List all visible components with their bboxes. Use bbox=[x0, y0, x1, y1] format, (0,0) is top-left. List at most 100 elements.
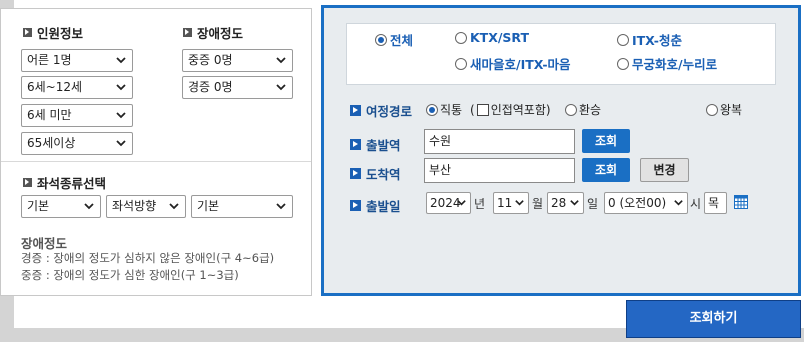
trip-transfer-radio[interactable]: 환승 bbox=[565, 101, 601, 118]
train-type-ktx[interactable]: KTX/SRT bbox=[455, 30, 529, 45]
section-divider bbox=[1, 161, 311, 162]
departure-search-button[interactable]: 조회 bbox=[582, 129, 630, 153]
severe-select-value: 중증 0명 bbox=[188, 53, 233, 67]
year-unit: 년 bbox=[474, 197, 486, 211]
arrow-bullet-icon bbox=[350, 105, 361, 116]
passenger-panel: 인원정보 장애정도 어른 1명 6세~12세 6세 미만 65세이상 중증 0명… bbox=[0, 8, 312, 296]
radio-icon bbox=[617, 33, 629, 46]
trip-direct-label: 직통 bbox=[440, 103, 463, 117]
year-select[interactable]: 2024 bbox=[426, 192, 471, 214]
chevron-down-icon bbox=[457, 200, 466, 206]
arrow-bullet-icon bbox=[350, 200, 361, 211]
trip-transfer-label: 환승 bbox=[579, 103, 602, 117]
arrival-station-input[interactable]: 부산 bbox=[424, 158, 575, 183]
child-select-value: 6세~12세 bbox=[27, 80, 83, 94]
train-type-itx-cheongchun[interactable]: ITX-청춘 bbox=[617, 30, 682, 49]
day-select[interactable]: 28 bbox=[547, 192, 584, 214]
checkbox-icon bbox=[476, 103, 489, 116]
chevron-down-icon bbox=[84, 203, 94, 210]
chevron-down-icon bbox=[116, 84, 126, 91]
seat-extra-select[interactable]: 기본 bbox=[191, 195, 293, 218]
arrival-label: 도착역 bbox=[350, 164, 401, 183]
chevron-down-icon bbox=[169, 203, 179, 210]
infant-select-value: 6세 미만 bbox=[27, 108, 72, 122]
adult-select-value: 어른 1명 bbox=[27, 53, 72, 67]
senior-select[interactable]: 65세이상 bbox=[21, 132, 133, 155]
chevron-down-icon bbox=[276, 203, 286, 210]
radio-icon bbox=[455, 57, 467, 70]
trip-roundtrip-radio[interactable]: 왕복 bbox=[706, 101, 742, 118]
arrow-bullet-icon bbox=[183, 28, 192, 37]
disability-note-severe: 중증 : 장애의 정도가 심한 장애인(구 1~3급) bbox=[21, 268, 239, 282]
train-type-mugunghwa[interactable]: 무궁화호/누리로 bbox=[617, 54, 717, 73]
month-select[interactable]: 11 bbox=[493, 192, 529, 214]
hour-unit: 시 bbox=[690, 197, 702, 211]
passenger-title-text: 인원정보 bbox=[37, 26, 84, 41]
seat-direction-value: 좌석방향 bbox=[112, 199, 157, 213]
child-select[interactable]: 6세~12세 bbox=[21, 76, 133, 99]
arrow-bullet-icon bbox=[350, 139, 361, 150]
train-type-box: 전체 KTX/SRT ITX-청춘 새마을호/ITX-마음 무궁화호/누리로 bbox=[346, 23, 776, 85]
severe-disability-select[interactable]: 중증 0명 bbox=[182, 49, 293, 72]
chevron-down-icon bbox=[116, 57, 126, 64]
trip-nearby-paren: ( bbox=[470, 102, 475, 117]
arrow-bullet-icon bbox=[23, 28, 32, 37]
day-unit: 일 bbox=[587, 197, 599, 211]
calendar-icon[interactable] bbox=[734, 195, 748, 209]
weekday-display: 목 bbox=[704, 192, 727, 214]
departure-date-label-text: 출발일 bbox=[366, 199, 401, 214]
arrow-bullet-icon bbox=[350, 168, 361, 179]
month-value: 11 bbox=[497, 196, 513, 210]
passenger-section-title: 인원정보 bbox=[23, 23, 83, 42]
chevron-down-icon bbox=[276, 57, 286, 64]
seat-section-title: 좌석종류선택 bbox=[23, 173, 106, 192]
train-type-saemaeul-label: 새마을호/ITX-마음 bbox=[470, 57, 571, 72]
train-type-ktx-label: KTX/SRT bbox=[470, 30, 530, 45]
search-trains-button[interactable]: 조회하기 bbox=[626, 300, 801, 338]
mild-disability-select[interactable]: 경증 0명 bbox=[182, 76, 293, 99]
chevron-down-icon bbox=[570, 200, 579, 206]
train-type-mugunghwa-label: 무궁화호/누리로 bbox=[632, 57, 718, 72]
booking-form: 인원정보 장애정도 어른 1명 6세~12세 6세 미만 65세이상 중증 0명… bbox=[0, 0, 804, 342]
chevron-down-icon bbox=[515, 200, 524, 206]
seat-title-text: 좌석종류선택 bbox=[37, 176, 107, 191]
seat-type-select[interactable]: 기본 bbox=[21, 195, 101, 218]
radio-selected-icon bbox=[375, 33, 387, 46]
train-type-saemaeul[interactable]: 새마을호/ITX-마음 bbox=[455, 54, 571, 73]
disability-note-mild: 경증 : 장애의 정도가 심하지 않은 장애인(구 4~6급) bbox=[21, 251, 275, 265]
departure-label: 출발역 bbox=[350, 135, 401, 154]
hour-value: 0 (오전00) bbox=[608, 196, 667, 210]
day-value: 28 bbox=[551, 196, 567, 210]
chevron-down-icon bbox=[674, 200, 683, 206]
swap-stations-button[interactable]: 변경 bbox=[640, 158, 689, 182]
train-type-itx-cheongchun-label: ITX-청춘 bbox=[632, 33, 682, 48]
trip-direct-radio[interactable]: 직통 bbox=[426, 101, 462, 118]
hour-select[interactable]: 0 (오전00) bbox=[604, 192, 688, 214]
departure-date-label: 출발일 bbox=[350, 196, 401, 215]
radio-selected-icon bbox=[426, 103, 438, 116]
departure-label-text: 출발역 bbox=[366, 138, 401, 153]
seat-direction-select[interactable]: 좌석방향 bbox=[106, 195, 186, 218]
train-type-all-label: 전체 bbox=[390, 33, 414, 48]
month-unit: 월 bbox=[532, 197, 544, 211]
trip-route-label-text: 여정경로 bbox=[366, 104, 413, 119]
trip-nearby-label: 인접역포함) bbox=[490, 103, 551, 117]
journey-panel: 전체 KTX/SRT ITX-청춘 새마을호/ITX-마음 무궁화호/누리로 여 bbox=[321, 5, 801, 296]
train-type-all[interactable]: 전체 bbox=[375, 30, 413, 49]
senior-select-value: 65세이상 bbox=[27, 136, 76, 150]
arrival-search-button[interactable]: 조회 bbox=[582, 158, 630, 182]
trip-roundtrip-label: 왕복 bbox=[720, 103, 743, 117]
mild-select-value: 경증 0명 bbox=[188, 80, 233, 94]
radio-icon bbox=[706, 103, 718, 116]
radio-icon bbox=[565, 103, 577, 116]
departure-station-input[interactable]: 수원 bbox=[424, 129, 575, 154]
disability-title-text: 장애정도 bbox=[197, 26, 244, 41]
trip-nearby-checkbox[interactable]: ( 인접역포함) bbox=[470, 101, 551, 118]
adult-select[interactable]: 어른 1명 bbox=[21, 49, 133, 72]
seat-type-value: 기본 bbox=[27, 199, 50, 213]
infant-select[interactable]: 6세 미만 bbox=[21, 104, 133, 127]
chevron-down-icon bbox=[116, 112, 126, 119]
disability-section-title: 장애정도 bbox=[183, 23, 243, 42]
chevron-down-icon bbox=[276, 84, 286, 91]
radio-icon bbox=[455, 31, 467, 44]
